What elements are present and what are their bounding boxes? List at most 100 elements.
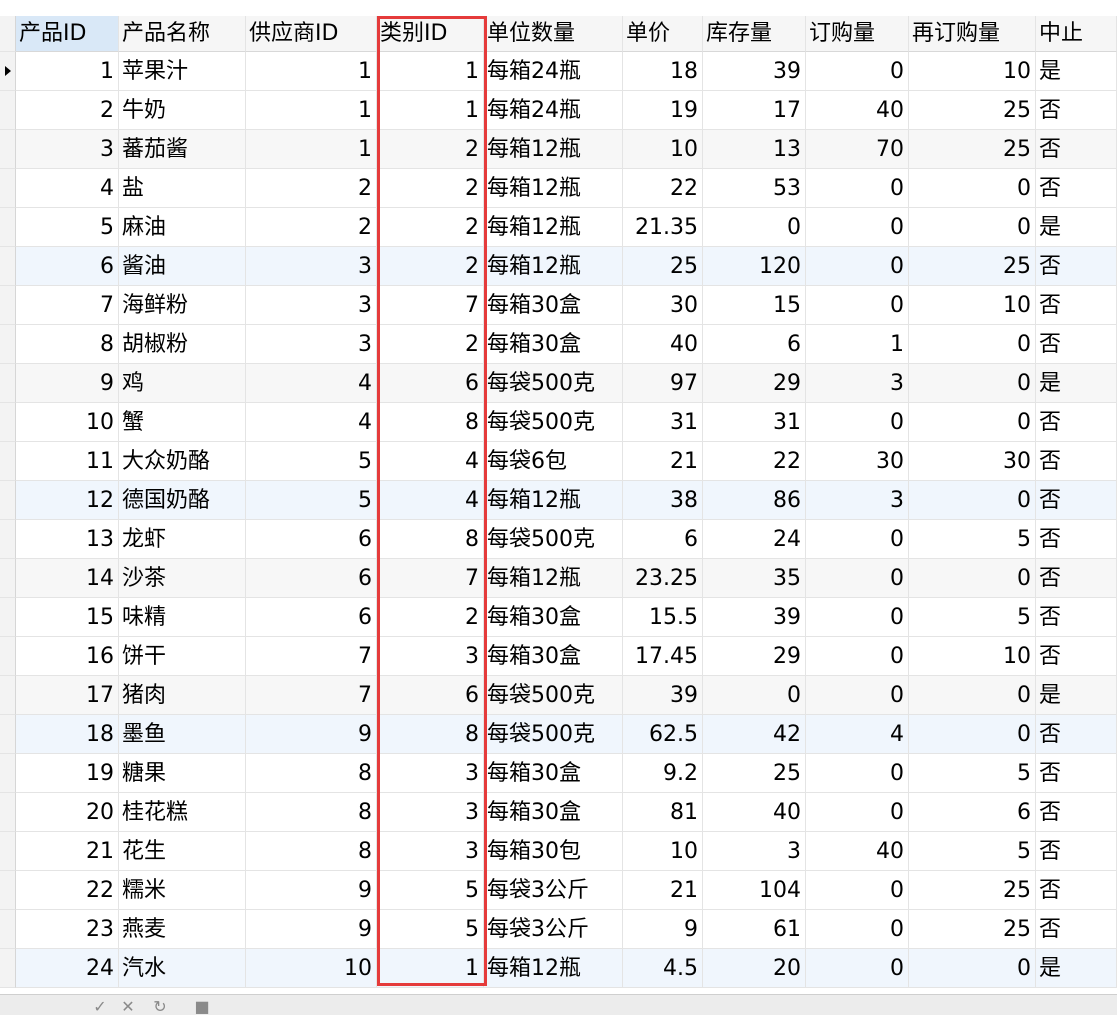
cell-product-id[interactable]: 19	[16, 754, 119, 793]
cell-category-id[interactable]: 8	[377, 520, 484, 559]
cell-unit-price[interactable]: 31	[623, 403, 703, 442]
cell-unit-quantity[interactable]: 每袋6包	[484, 442, 623, 481]
cell-product-id[interactable]: 11	[16, 442, 119, 481]
cell-product-id[interactable]: 10	[16, 403, 119, 442]
cell-product-name[interactable]: 德国奶酪	[119, 481, 246, 520]
cell-discontinued[interactable]: 否	[1036, 325, 1117, 364]
cell-unit-price[interactable]: 21	[623, 442, 703, 481]
table-row[interactable]: 10 蟹 4 8 每袋500克 31 31 0 0 否	[0, 403, 1117, 442]
cell-category-id[interactable]: 3	[377, 832, 484, 871]
cell-unit-price[interactable]: 62.5	[623, 715, 703, 754]
cell-on-order[interactable]: 3	[806, 364, 909, 403]
cell-product-name[interactable]: 牛奶	[119, 91, 246, 130]
cell-unit-quantity[interactable]: 每箱30盒	[484, 793, 623, 832]
cell-product-name[interactable]: 麻油	[119, 208, 246, 247]
cell-reorder-level[interactable]: 0	[909, 364, 1036, 403]
cell-unit-quantity[interactable]: 每箱12瓶	[484, 559, 623, 598]
row-indicator[interactable]	[0, 832, 16, 871]
cell-unit-quantity[interactable]: 每箱12瓶	[484, 481, 623, 520]
cell-product-name[interactable]: 龙虾	[119, 520, 246, 559]
row-indicator[interactable]	[0, 247, 16, 286]
cell-reorder-level[interactable]: 25	[909, 910, 1036, 949]
cell-supplier-id[interactable]: 1	[246, 52, 377, 91]
cell-reorder-level[interactable]: 0	[909, 715, 1036, 754]
cell-supplier-id[interactable]: 8	[246, 832, 377, 871]
cell-supplier-id[interactable]: 5	[246, 481, 377, 520]
column-header-on-order[interactable]: 订购量	[806, 16, 909, 52]
stop-icon[interactable]: ■	[192, 999, 212, 1015]
cell-discontinued[interactable]: 否	[1036, 442, 1117, 481]
cell-unit-price[interactable]: 39	[623, 676, 703, 715]
cell-stock[interactable]: 17	[703, 91, 806, 130]
cell-on-order[interactable]: 70	[806, 130, 909, 169]
table-row[interactable]: 11 大众奶酪 5 4 每袋6包 21 22 30 30 否	[0, 442, 1117, 481]
refresh-icon[interactable]: ↻	[150, 999, 170, 1015]
cell-supplier-id[interactable]: 7	[246, 676, 377, 715]
cell-product-id[interactable]: 14	[16, 559, 119, 598]
cell-reorder-level[interactable]: 0	[909, 325, 1036, 364]
cell-on-order[interactable]: 0	[806, 910, 909, 949]
cell-product-name[interactable]: 花生	[119, 832, 246, 871]
cell-supplier-id[interactable]: 3	[246, 325, 377, 364]
column-header-product-name[interactable]: 产品名称	[119, 16, 246, 52]
cell-stock[interactable]: 39	[703, 598, 806, 637]
cell-supplier-id[interactable]: 6	[246, 559, 377, 598]
cell-product-name[interactable]: 海鲜粉	[119, 286, 246, 325]
cell-on-order[interactable]: 0	[806, 754, 909, 793]
cell-category-id[interactable]: 8	[377, 403, 484, 442]
cell-unit-price[interactable]: 97	[623, 364, 703, 403]
cell-unit-price[interactable]: 9	[623, 910, 703, 949]
cell-reorder-level[interactable]: 5	[909, 520, 1036, 559]
cell-on-order[interactable]: 1	[806, 325, 909, 364]
cell-on-order[interactable]: 0	[806, 403, 909, 442]
cell-product-name[interactable]: 酱油	[119, 247, 246, 286]
cell-unit-price[interactable]: 4.5	[623, 949, 703, 988]
cell-discontinued[interactable]: 否	[1036, 793, 1117, 832]
cell-product-name[interactable]: 墨鱼	[119, 715, 246, 754]
cell-stock[interactable]: 29	[703, 364, 806, 403]
cell-reorder-level[interactable]: 0	[909, 676, 1036, 715]
row-indicator[interactable]	[0, 754, 16, 793]
cell-product-name[interactable]: 盐	[119, 169, 246, 208]
row-indicator[interactable]	[0, 442, 16, 481]
cell-discontinued[interactable]: 否	[1036, 130, 1117, 169]
cell-supplier-id[interactable]: 8	[246, 754, 377, 793]
cell-reorder-level[interactable]: 0	[909, 208, 1036, 247]
cell-unit-quantity[interactable]: 每袋500克	[484, 676, 623, 715]
cell-supplier-id[interactable]: 1	[246, 130, 377, 169]
cell-unit-price[interactable]: 9.2	[623, 754, 703, 793]
cell-product-id[interactable]: 12	[16, 481, 119, 520]
cell-on-order[interactable]: 0	[806, 793, 909, 832]
cell-discontinued[interactable]: 否	[1036, 871, 1117, 910]
cell-stock[interactable]: 35	[703, 559, 806, 598]
cell-product-id[interactable]: 23	[16, 910, 119, 949]
cell-product-id[interactable]: 16	[16, 637, 119, 676]
cell-stock[interactable]: 20	[703, 949, 806, 988]
row-indicator[interactable]	[0, 169, 16, 208]
cell-reorder-level[interactable]: 0	[909, 169, 1036, 208]
cell-unit-quantity[interactable]: 每袋3公斤	[484, 871, 623, 910]
cell-discontinued[interactable]: 否	[1036, 91, 1117, 130]
column-header-supplier-id[interactable]: 供应商ID	[246, 16, 377, 52]
cell-on-order[interactable]: 40	[806, 91, 909, 130]
row-indicator[interactable]	[0, 871, 16, 910]
cell-unit-quantity[interactable]: 每箱12瓶	[484, 247, 623, 286]
cell-product-name[interactable]: 胡椒粉	[119, 325, 246, 364]
cell-unit-price[interactable]: 22	[623, 169, 703, 208]
cell-on-order[interactable]: 40	[806, 832, 909, 871]
cell-product-name[interactable]: 味精	[119, 598, 246, 637]
cell-stock[interactable]: 3	[703, 832, 806, 871]
cell-supplier-id[interactable]: 9	[246, 910, 377, 949]
cell-product-id[interactable]: 15	[16, 598, 119, 637]
cancel-icon[interactable]: ✕	[118, 999, 138, 1015]
cell-unit-quantity[interactable]: 每箱24瓶	[484, 52, 623, 91]
cell-unit-price[interactable]: 17.45	[623, 637, 703, 676]
row-indicator[interactable]	[0, 208, 16, 247]
cell-category-id[interactable]: 6	[377, 676, 484, 715]
cell-stock[interactable]: 61	[703, 910, 806, 949]
cell-supplier-id[interactable]: 2	[246, 208, 377, 247]
row-indicator[interactable]	[0, 325, 16, 364]
cell-unit-quantity[interactable]: 每箱30包	[484, 832, 623, 871]
cell-reorder-level[interactable]: 10	[909, 637, 1036, 676]
cell-discontinued[interactable]: 否	[1036, 403, 1117, 442]
